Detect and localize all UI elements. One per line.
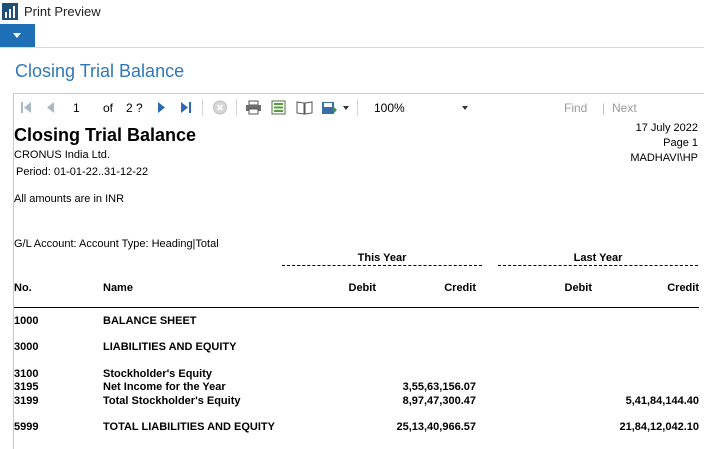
account-no: 3199 (14, 395, 39, 407)
column-header-last-year-debit: Debit (564, 282, 593, 294)
report-app-icon (2, 3, 18, 20)
account-no: 3000 (14, 341, 39, 353)
column-header-no: No. (14, 282, 32, 294)
last-year-credit: 5,41,84,144.40 (625, 395, 699, 407)
chevron-down-icon (13, 33, 21, 38)
account-no: 5999 (14, 421, 39, 433)
account-no: 3195 (14, 381, 39, 393)
zoom-value: 100% (374, 101, 405, 115)
header-rule (14, 307, 699, 308)
window-title: Print Preview (24, 4, 101, 19)
report-period: Period: 01-01-22..31-12-22 (16, 166, 149, 178)
this-year-credit: 8,97,47,300.47 (402, 395, 476, 407)
next-page-icon[interactable] (154, 100, 168, 115)
print-layout-icon[interactable] (271, 100, 286, 115)
total-pages: 2 ? (126, 101, 143, 115)
title-bar: Print Preview (0, 0, 704, 24)
report-page-number: Page 1 (663, 137, 698, 149)
account-name: Net Income for the Year (103, 381, 226, 393)
account-name: TOTAL LIABILITIES AND EQUITY (103, 421, 275, 433)
currency-note: All amounts are in INR (14, 193, 125, 205)
column-header-last-year-credit: Credit (667, 282, 699, 294)
export-dropdown-icon[interactable] (343, 100, 351, 115)
this-year-divider (282, 265, 482, 266)
report-date: 17 July 2022 (635, 122, 698, 134)
export-icon[interactable] (321, 100, 338, 115)
report-page: Closing Trial Balance CRONUS India Ltd. … (14, 121, 704, 449)
report-title: Closing Trial Balance (14, 125, 197, 145)
last-year-group-header: Last Year (573, 252, 623, 264)
zoom-select[interactable]: 100% (370, 98, 474, 117)
column-header-this-year-debit: Debit (348, 282, 377, 294)
account-name: LIABILITIES AND EQUITY (103, 341, 237, 353)
chevron-down-icon (462, 106, 468, 110)
last-year-credit: 21,84,12,042.10 (619, 421, 699, 433)
column-header-name: Name (103, 282, 133, 294)
report-filter: G/L Account: Account Type: Heading|Total (14, 238, 219, 250)
find-separator: | (602, 101, 606, 115)
toolbar-separator (202, 99, 203, 116)
column-header-this-year-credit: Credit (444, 282, 476, 294)
this-year-group-header: This Year (357, 252, 407, 264)
page-setup-icon[interactable] (296, 100, 313, 115)
this-year-credit: 3,55,63,156.07 (402, 381, 476, 393)
page-number-input[interactable] (70, 98, 100, 117)
report-user: MADHAVI\HP (630, 152, 698, 164)
company-name: CRONUS India Ltd. (14, 149, 110, 161)
page-title: Closing Trial Balance (15, 61, 185, 81)
find-next-button[interactable]: Next (612, 101, 637, 115)
account-name: Stockholder's Equity (103, 368, 212, 380)
first-page-icon[interactable] (19, 100, 33, 115)
this-year-credit: 25,13,40,966.57 (396, 421, 476, 433)
toolbar-separator (357, 99, 358, 116)
account-name: BALANCE SHEET (103, 315, 197, 327)
ribbon-menu-button[interactable] (0, 24, 35, 47)
of-label: of (103, 101, 114, 115)
account-no: 1000 (14, 315, 39, 327)
last-year-divider (498, 265, 698, 266)
ribbon-divider (0, 47, 704, 48)
find-button[interactable]: Find (564, 101, 587, 115)
account-name: Total Stockholder's Equity (103, 395, 241, 407)
stop-icon[interactable] (212, 100, 228, 115)
report-toolbar: of 2 ? 100% Find | Next (14, 94, 704, 121)
account-no: 3100 (14, 368, 39, 380)
toolbar-separator (236, 99, 237, 116)
last-page-icon[interactable] (179, 100, 193, 115)
previous-page-icon[interactable] (44, 100, 58, 115)
print-icon[interactable] (245, 100, 262, 115)
find-input[interactable] (488, 98, 552, 117)
